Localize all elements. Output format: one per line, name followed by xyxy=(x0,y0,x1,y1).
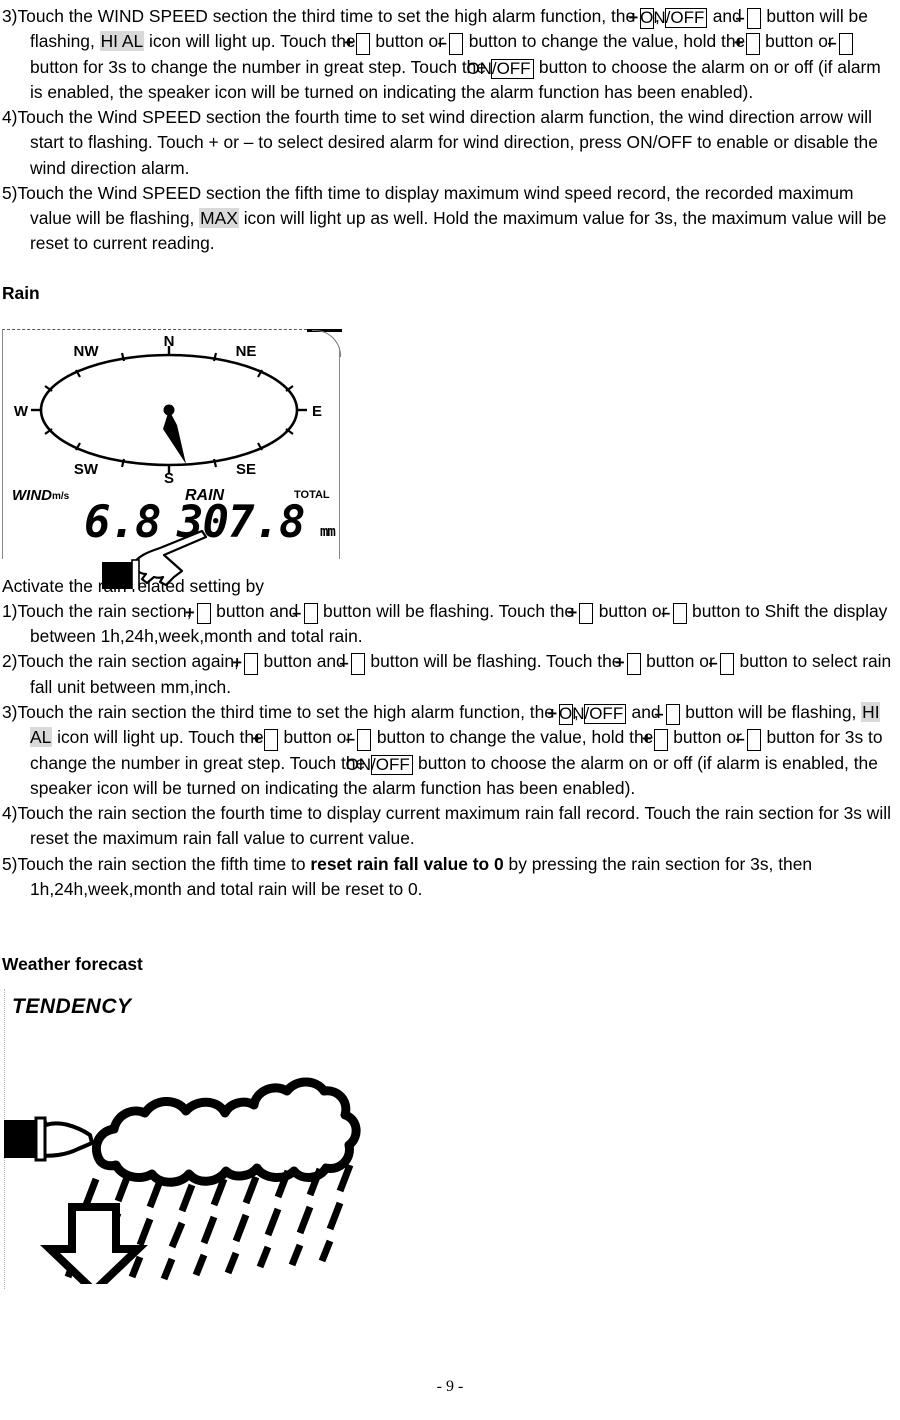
minus-button[interactable]: – xyxy=(709,653,735,675)
section-heading-rain: Rain xyxy=(2,283,40,304)
section-heading-weather-forecast: Weather forecast xyxy=(2,954,143,975)
minus-button[interactable]: – xyxy=(735,8,762,30)
minus-button[interactable]: – xyxy=(340,653,366,675)
emphasised-text: reset rain fall value to 0 xyxy=(310,853,504,874)
list-item: 5)Touch the Wind SPEED section the fifth… xyxy=(2,182,887,254)
compass-label-w: W xyxy=(14,403,29,420)
compass-label-n: N xyxy=(164,333,175,350)
plus-button[interactable]: + xyxy=(568,602,594,625)
list-item-number: 2) xyxy=(2,651,18,672)
plus-button[interactable]: + xyxy=(642,729,668,751)
wind-direction-compass: N NE E SE S SW W NW xyxy=(14,333,322,483)
highlighted-icon-label: MAX xyxy=(199,208,239,229)
minus-button[interactable]: – xyxy=(661,602,687,625)
plus-button[interactable]: + xyxy=(185,602,211,625)
list-item: 4)Touch the Wind SPEED section the fourt… xyxy=(2,107,878,178)
wind-unit-label: m/s xyxy=(52,490,70,502)
on-off-button[interactable]: ON/OFF xyxy=(559,704,627,725)
minus-button[interactable]: – xyxy=(346,729,372,751)
document-page: 3)Touch the WIND SPEED section the third… xyxy=(0,0,900,1420)
lcd-top-dashed-border xyxy=(2,328,312,330)
rain-unit-label: mm xyxy=(320,523,336,540)
plus-button[interactable]: + xyxy=(232,653,259,675)
tendency-down-arrow-icon xyxy=(40,1203,148,1285)
minus-button[interactable]: – xyxy=(292,602,318,625)
highlighted-icon-label: HI AL xyxy=(99,31,145,52)
plus-button[interactable]: + xyxy=(252,729,279,751)
list-item-number: 3) xyxy=(2,702,18,723)
weather-forecast-figure: TENDENCY xyxy=(4,989,424,1290)
list-item: 5)Touch the rain section the fifth time … xyxy=(2,853,813,899)
pointing-hand-icon xyxy=(102,529,208,589)
list-item: 3)Touch the rain section the third time … xyxy=(2,702,883,799)
list-item-number: 5) xyxy=(2,853,18,874)
pointing-hand-icon-forecast xyxy=(4,1116,94,1162)
on-off-button[interactable]: ON/OFF xyxy=(640,8,708,28)
list-item-number: 4) xyxy=(2,803,18,824)
compass-label-nw: NW xyxy=(74,343,100,360)
list-item: 1)Touch the rain section, + button and –… xyxy=(2,600,888,647)
minus-button[interactable]: – xyxy=(736,729,762,751)
compass-label-se: SE xyxy=(236,461,256,478)
list-item-number: 5) xyxy=(2,182,18,203)
plus-button[interactable]: + xyxy=(615,653,641,675)
on-off-button[interactable]: ON/OFF xyxy=(466,58,534,79)
page-number: - 9 - xyxy=(436,1378,464,1395)
minus-button[interactable]: – xyxy=(827,33,854,55)
list-item-number: 3) xyxy=(2,6,18,26)
wind-label: WIND xyxy=(12,486,52,504)
list-item-number: 1) xyxy=(2,600,18,621)
compass-label-ne: NE xyxy=(236,343,257,360)
compass-label-s: S xyxy=(164,470,174,483)
tendency-label: TENDENCY xyxy=(12,995,132,1019)
list-item: 2)Touch the rain section again, + button… xyxy=(2,651,892,697)
on-off-button[interactable]: ON/OFF xyxy=(346,754,413,775)
list-item: 3)Touch the WIND SPEED section the third… xyxy=(2,6,881,103)
plus-button[interactable]: + xyxy=(344,33,371,55)
rain-instructions: Activate the rain related setting by 1)T… xyxy=(2,574,898,902)
compass-label-e: E xyxy=(312,403,322,420)
wind-speed-instructions: 3)Touch the WIND SPEED section the third… xyxy=(2,4,898,256)
rain-cloud-icon xyxy=(4,1077,361,1285)
plus-button[interactable]: + xyxy=(734,33,760,55)
list-item: 4)Touch the rain section the fourth time… xyxy=(2,803,891,849)
compass-label-sw: SW xyxy=(74,461,99,478)
list-item-number: 4) xyxy=(2,107,18,128)
lcd-wind-rain-figure: N NE E SE S SW W NW WIND m/s RAIN TOTAL … xyxy=(2,319,342,589)
minus-button[interactable]: – xyxy=(438,33,464,55)
minus-button[interactable]: – xyxy=(654,704,680,726)
